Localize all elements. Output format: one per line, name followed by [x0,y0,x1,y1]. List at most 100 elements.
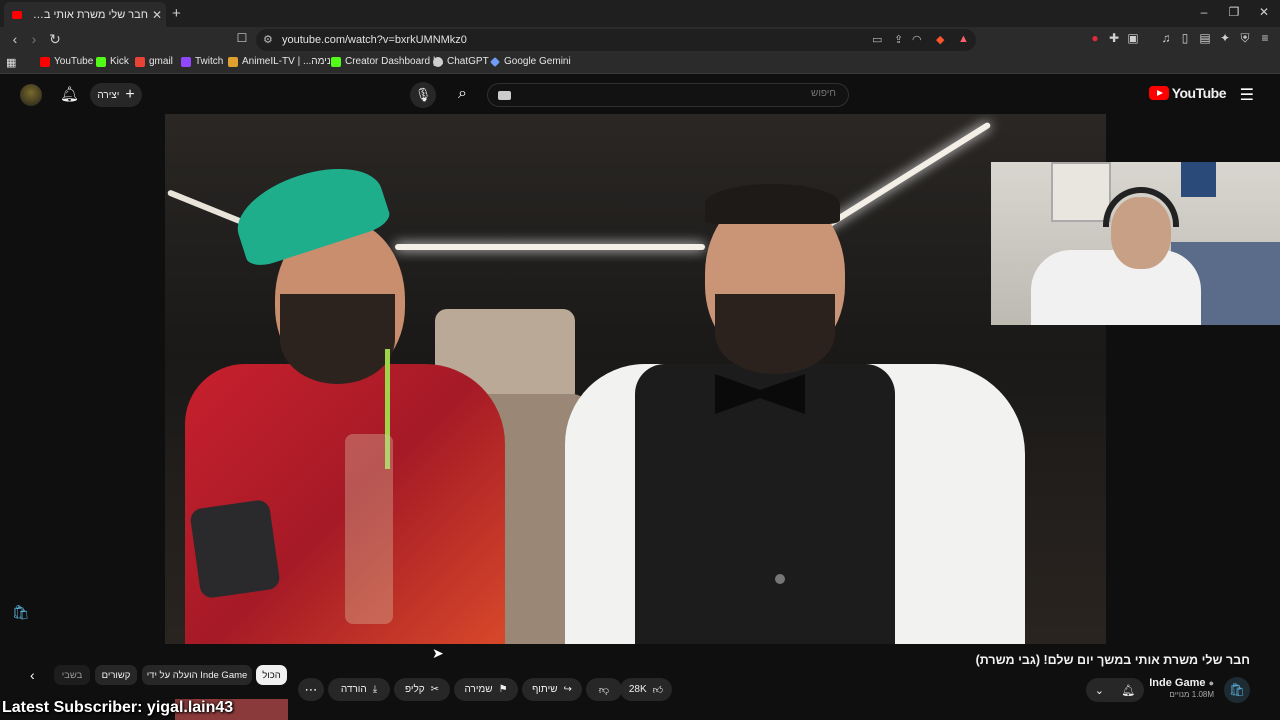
reload-icon[interactable]: ↻ [46,31,64,48]
wall-poster [1181,162,1216,197]
url-text: youtube.com/watch?v=bxrkUMNMkz0 [282,34,467,46]
browser-tab-bar: חבר שלי משרת אותי במשך יום ש ✕ + – ❐ ✕ [0,0,1280,27]
thumbs-down-icon: 👎︎ [598,684,610,696]
like-count: 28K [628,684,647,695]
youtube-icon [40,56,50,67]
site-info-icon[interactable]: ⚙ [263,33,273,46]
download-icon: ⤓ [372,684,378,695]
streamer-shirt [1031,250,1201,325]
bookmark-youtube[interactable]: YouTube [40,56,93,67]
new-tab-icon[interactable]: + [172,5,181,22]
apps-grid-icon[interactable]: ▦ [6,56,16,69]
browser-tab[interactable]: חבר שלי משרת אותי במשך יום ש ✕ [4,2,166,27]
save-label: שמירה [464,684,493,695]
youtube-favicon-icon [12,10,22,19]
guide-menu-icon[interactable]: ☰ [1240,85,1254,105]
search-box[interactable] [487,83,849,107]
create-button[interactable]: יצירה + [90,83,142,107]
close-tab-icon[interactable]: ✕ [148,8,166,22]
dislike-button[interactable]: 👎︎ [586,678,622,701]
right-person-hair [705,184,840,224]
gemini-icon [490,56,500,67]
address-bar[interactable]: ⚙ youtube.com/watch?v=bxrkUMNMkz0 ▭ ⇪ ◠ … [256,29,976,51]
chatgpt-icon [433,56,443,67]
facecam-overlay [991,162,1280,325]
share-page-icon[interactable]: ⇪ [894,33,903,46]
chevron-down-icon: ⌄ [1094,684,1104,697]
save-button[interactable]: שמירה ⚑ [454,678,518,701]
champagne-glass [345,434,393,624]
bookmarks-bar: ▦ YouTube Kick gmail Twitch AnimeIL-TV |… [0,53,1280,74]
leo-ai-icon[interactable]: ✦ [1216,31,1234,45]
like-button[interactable]: 28K 👍︎ [620,678,672,701]
bookmark-twitch[interactable]: Twitch [181,56,223,67]
verified-icon: ● [1208,678,1214,688]
tab-title: חבר שלי משרת אותי במשך יום ש [28,8,148,21]
close-window-icon[interactable]: ✕ [1254,5,1274,19]
youtube-play-icon [1148,86,1169,100]
chip-related[interactable]: קשורים [95,665,137,685]
browser-toolbar: ‹ › ↻ ☐ ⚙ youtube.com/watch?v=bxrkUMNMkz… [0,27,1280,53]
youtube-header: 🔔︎ יצירה + 🎙︎ ⌕ YouTube ☰ [0,75,1280,114]
back-icon[interactable]: ‹ [6,31,24,47]
bookmark-creator-dashboard[interactable]: Creator Dashboard |... [331,56,444,67]
search-input[interactable] [516,88,836,99]
rss-icon[interactable]: ◠ [912,33,922,46]
create-label: יצירה [97,89,120,101]
channel-avatar[interactable]: 🛍︎ [1224,677,1250,703]
bookmark-gemini[interactable]: Google Gemini [490,56,571,67]
brave-rewards-icon[interactable]: ▲ [958,33,969,45]
brave-shield-icon[interactable]: ◆ [936,33,944,46]
share-button[interactable]: שיתוף ↪ [522,678,582,701]
bookmark-icon: ⚑ [498,684,508,695]
gmail-icon [135,56,145,67]
clip-label: קליפ [404,684,425,695]
search-icon[interactable]: ⌕ [458,85,467,103]
more-actions-icon[interactable]: ⋯ [298,678,324,701]
ceiling-light [395,244,705,250]
menu-icon[interactable]: ≡ [1256,31,1274,45]
twitch-icon [181,56,191,67]
voice-search-icon[interactable]: 🎙︎ [410,82,436,108]
clip-button[interactable]: קליפ ✂ [394,678,450,701]
bookmark-gmail[interactable]: gmail [135,56,173,67]
thumbs-up-icon: 👍︎ [652,684,664,696]
cast-icon[interactable]: ▭ [872,33,882,46]
keyboard-icon[interactable] [498,91,511,100]
extensions-puzzle-icon[interactable]: ✚ [1105,31,1123,45]
media-icon[interactable]: ♫ [1157,31,1175,45]
chip-uploaded-by[interactable]: הועלה על ידי Inde Game [142,665,252,685]
notifications-bell-icon[interactable]: 🔔︎ [60,85,79,103]
screenshot-icon[interactable]: ▣ [1124,31,1142,45]
chip-all[interactable]: הכול [256,665,287,685]
chips-scroll-left-icon[interactable]: ‹ [30,667,35,683]
subscribed-button[interactable]: ⌄ 🔔︎ [1086,678,1144,702]
account-avatar[interactable] [20,84,42,106]
kick-icon [331,56,341,67]
phone [189,498,281,600]
forward-icon[interactable]: › [25,31,43,47]
channel-info[interactable]: ● Inde Game 1.08M מנויים [1149,677,1214,699]
bookmark-chatgpt[interactable]: ChatGPT [433,56,489,67]
sidebar-icon[interactable]: ▯ [1176,31,1194,45]
gift-icon[interactable]: 🛍︎ [12,604,32,624]
bookmark-kick[interactable]: Kick [96,56,129,67]
plus-icon: + [125,86,135,103]
download-button[interactable]: הורדה ⤓ [328,678,390,701]
latest-subscriber-overlay: Latest Subscriber: yigal.lain43 [2,699,234,716]
animeil-icon [228,56,238,67]
scissors-icon: ✂ [430,684,440,695]
vpn-shield-icon[interactable]: ⛨ [1236,31,1254,46]
minimize-icon[interactable]: – [1194,5,1214,19]
share-arrow-icon: ↪ [563,684,572,695]
video-player[interactable] [165,114,1106,644]
chip-recent[interactable]: בשבי [54,665,90,685]
subscribe-bell-icon: 🔔︎ [1121,684,1136,697]
bookmark-animeil[interactable]: AnimeIL-TV | ...אנימה [228,56,337,67]
bookmark-star-icon[interactable]: ☐ [233,31,251,45]
mouse-cursor-icon: ➤ [432,645,444,661]
extension-red-icon[interactable]: ● [1086,31,1104,45]
youtube-logo[interactable]: YouTube [1148,85,1227,101]
restore-icon[interactable]: ❐ [1224,5,1244,19]
wallet-icon[interactable]: ▤ [1196,31,1214,45]
